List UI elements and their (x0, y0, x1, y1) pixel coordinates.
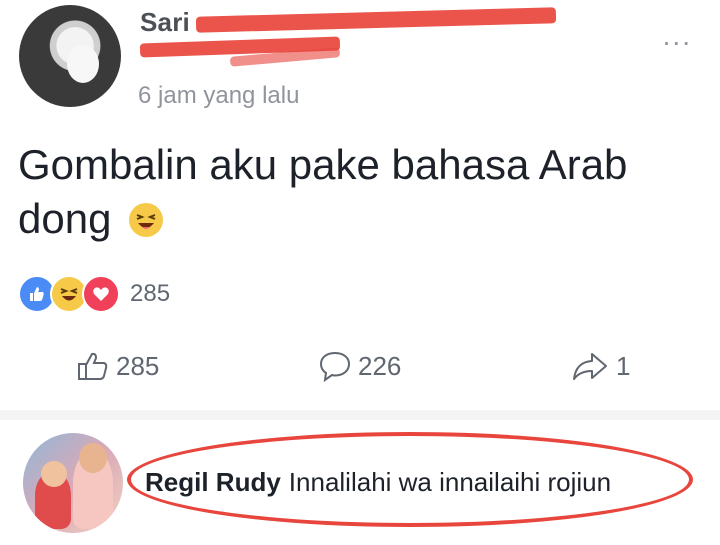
post-text-line2: dong (18, 195, 112, 242)
avatar-face (79, 443, 107, 473)
comment-button[interactable]: 226 (318, 346, 401, 386)
comment-body: Regil Rudy Innalilahi wa innailaihi rojiu… (145, 467, 611, 498)
post-timestamp[interactable]: 6 jam yang lalu (138, 82, 299, 110)
author-avatar[interactable] (19, 5, 121, 107)
reaction-summary[interactable]: 285 (18, 275, 171, 313)
redaction-mark (195, 7, 557, 33)
post-text: Gombalin aku pake bahasa Arab dong (18, 138, 678, 246)
section-divider (0, 410, 720, 420)
comment-bubble-icon (319, 351, 351, 382)
like-count: 285 (116, 350, 160, 381)
thumbs-up-icon (78, 352, 108, 380)
share-arrow-icon (573, 353, 607, 380)
commenter-name[interactable]: Regil Rudy (145, 467, 281, 497)
laughing-emoji-icon (129, 203, 164, 237)
comment-text: Innalilahi wa innailaihi rojiun (288, 467, 612, 497)
author-name[interactable]: Sari (140, 7, 190, 38)
reaction-count: 285 (130, 280, 171, 307)
share-button[interactable]: 1 (570, 346, 630, 386)
love-icon (82, 275, 120, 313)
avatar-face (67, 45, 99, 83)
share-count: 1 (616, 350, 631, 381)
like-button[interactable]: 285 (76, 346, 159, 386)
post-text-line1: Gombalin aku pake bahasa Arab (18, 141, 628, 188)
commenter-avatar[interactable] (23, 433, 123, 533)
avatar-face (41, 461, 67, 487)
comment-count: 226 (358, 350, 402, 381)
more-options-icon[interactable]: ... (663, 20, 692, 52)
